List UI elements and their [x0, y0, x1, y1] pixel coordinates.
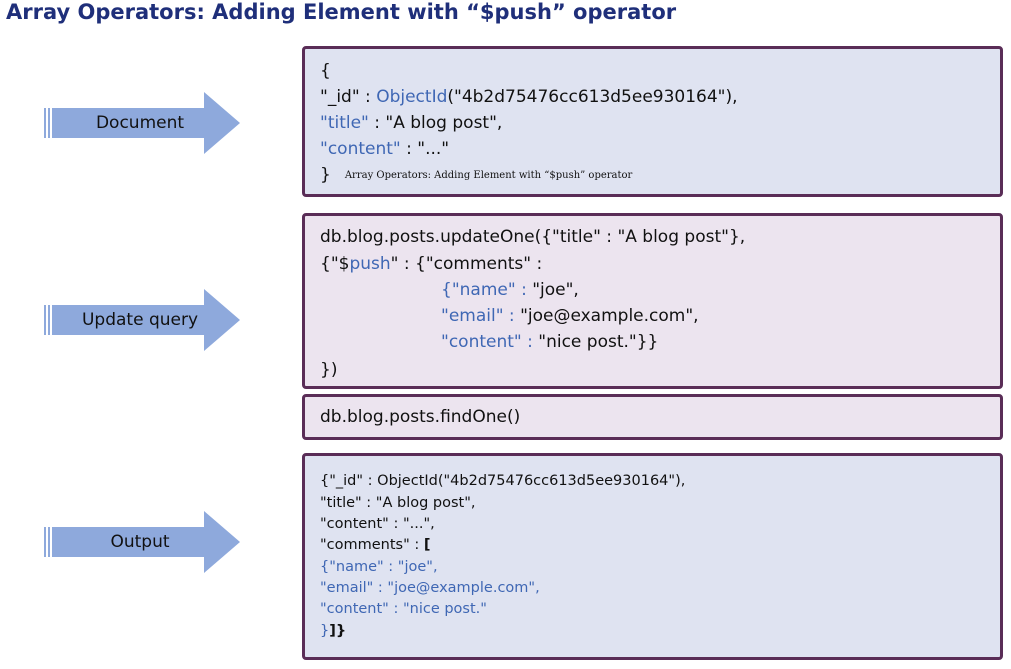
- code-text: " : {"comments" :: [390, 254, 543, 274]
- caption-note: Array Operators: Adding Element with “$p…: [344, 170, 633, 181]
- code-value: "joe",: [532, 280, 579, 300]
- code-line: "comments" : [: [320, 537, 431, 553]
- code-line: db.blog.posts.findOne(): [320, 407, 521, 427]
- code-line: {"$push" : {"comments" :: [320, 254, 542, 274]
- page-title: Array Operators: Adding Element with “$p…: [6, 0, 677, 24]
- code-bracket: [: [423, 537, 431, 553]
- code-key: "title": [320, 113, 369, 133]
- document-arrow: Document: [44, 92, 240, 154]
- code-line: "_id" : ObjectId("4b2d75476cc613d5ee9301…: [320, 87, 738, 107]
- code-line: }]}: [320, 623, 346, 639]
- code-line: "title" : "A blog post",: [320, 495, 476, 511]
- code-key: "content": [320, 139, 401, 159]
- code-line: "content" : "...": [320, 139, 449, 159]
- output-box: {"_id" : ObjectId("4b2d75476cc613d5ee930…: [302, 453, 1003, 660]
- code-line: } Array Operators: Adding Element with “$…: [320, 165, 632, 185]
- code-key: "content" :: [441, 332, 539, 352]
- code-line: "content" : "nice post."}}: [441, 332, 658, 352]
- code-text: {"$: [320, 254, 350, 274]
- code-line: "email" : "joe@example.com",: [441, 306, 699, 326]
- code-function: ObjectId: [376, 87, 448, 107]
- update-query-arrow: Update query: [44, 289, 240, 351]
- code-key: "_id" :: [320, 87, 377, 107]
- code-value: "joe@example.com",: [520, 306, 699, 326]
- code-brace: }: [320, 165, 331, 185]
- code-value: : "A blog post",: [368, 113, 503, 133]
- code-line: {"name" : "joe",: [320, 559, 438, 575]
- code-key: {"name" :: [441, 280, 533, 300]
- code-line: {"name" : "joe",: [441, 280, 579, 300]
- code-line: "email" : "joe@example.com",: [320, 580, 540, 596]
- code-brace: }: [320, 623, 330, 639]
- code-key: "email" :: [441, 306, 521, 326]
- code-line: }): [320, 360, 338, 380]
- arrow-label: Document: [95, 113, 185, 133]
- document-box: { "_id" : ObjectId("4b2d75476cc613d5ee93…: [302, 46, 1003, 197]
- arrow-label: Output: [110, 532, 170, 552]
- code-value: ("4b2d75476cc613d5ee930164"),: [447, 87, 738, 107]
- code-bracket: ]}: [329, 623, 347, 639]
- code-operator: push: [349, 254, 391, 274]
- arrow-label: Update query: [81, 310, 199, 330]
- code-line: "content" : "...",: [320, 516, 435, 532]
- code-line: "content" : "nice post.": [320, 601, 487, 617]
- code-line: {: [320, 61, 331, 81]
- code-line: db.blog.posts.updateOne({"title" : "A bl…: [320, 227, 746, 247]
- code-value: "nice post."}}: [538, 332, 659, 352]
- update-query-box: db.blog.posts.updateOne({"title" : "A bl…: [302, 213, 1003, 389]
- find-query-box: db.blog.posts.findOne(): [302, 394, 1003, 440]
- code-line: "title" : "A blog post",: [320, 113, 502, 133]
- output-arrow: Output: [44, 511, 240, 573]
- code-line: {"_id" : ObjectId("4b2d75476cc613d5ee930…: [320, 473, 686, 489]
- code-key: "comments" :: [320, 537, 424, 553]
- code-value: : "...": [400, 139, 450, 159]
